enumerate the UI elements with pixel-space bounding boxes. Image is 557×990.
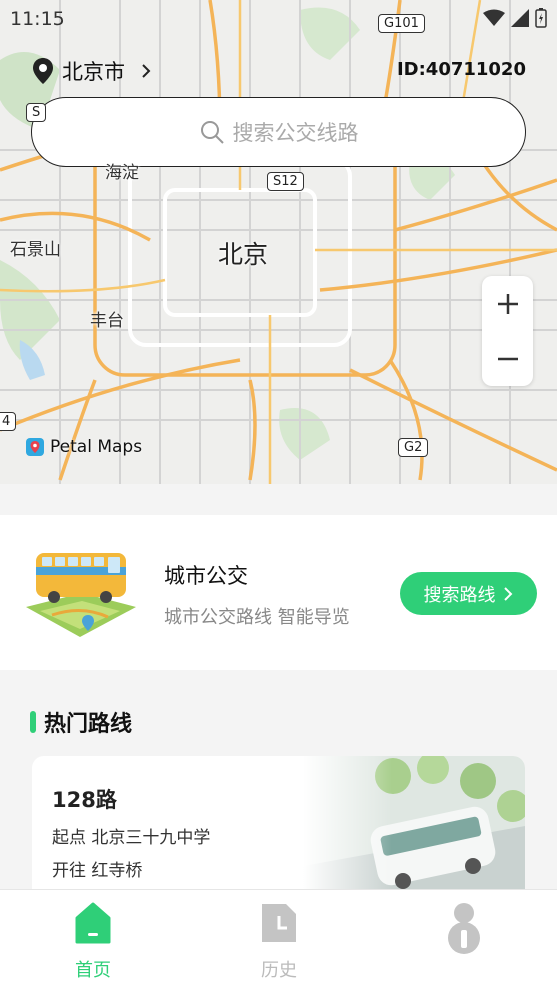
road-badge-s: S <box>26 103 47 122</box>
hot-routes-title: 热门路线 <box>44 712 133 737</box>
home-icon <box>75 902 111 944</box>
petal-maps-logo-icon <box>26 438 44 456</box>
road-badge-g101: G101 <box>378 14 425 33</box>
signal-icon <box>511 9 529 27</box>
search-route-button[interactable]: 搜索路线 <box>400 572 537 615</box>
map-label-fengtai: 丰台 <box>90 311 124 331</box>
wifi-icon <box>483 9 505 26</box>
road-badge-s12: S12 <box>267 172 304 191</box>
map-label-haidian: 海淀 <box>105 163 139 183</box>
search-placeholder: 搜索公交线路 <box>232 121 359 145</box>
nav-history-label: 历史 <box>261 960 297 981</box>
map-label-beijing: 北京 <box>218 240 269 269</box>
route-destination: 开往 红寺桥 <box>52 861 143 881</box>
nav-history[interactable]: 历史 <box>219 890 339 990</box>
city-name: 北京市 <box>62 60 125 84</box>
hot-routes-section: 热门路线 128路 起点 北京三十九中学 开往 红寺桥 <box>0 670 557 906</box>
route-name: 128路 <box>52 788 117 812</box>
road-badge-4: 4 <box>0 412 17 431</box>
route-origin: 起点 北京三十九中学 <box>52 828 211 848</box>
nav-home[interactable]: 首页 <box>33 890 153 990</box>
search-bar[interactable]: 搜索公交线路 <box>31 97 526 167</box>
minus-icon <box>497 357 518 360</box>
nav-home-label: 首页 <box>75 960 111 981</box>
map-view[interactable]: 11:15 北京市 ID:40711020 搜索公交线路 海淀 北京 石景山 丰… <box>0 0 557 484</box>
search-route-label: 搜索路线 <box>423 584 496 606</box>
map-attribution-text: Petal Maps <box>50 437 143 457</box>
map-label-shijingshan: 石景山 <box>10 240 61 260</box>
route-card[interactable]: 128路 起点 北京三十九中学 开往 红寺桥 <box>32 756 525 906</box>
map-attribution: Petal Maps <box>26 437 142 457</box>
city-bus-card: 城市公交 城市公交路线 智能导览 搜索路线 <box>0 515 557 670</box>
user-id: ID:40711020 <box>396 59 526 80</box>
zoom-out-button[interactable] <box>482 331 533 386</box>
chevron-right-icon <box>142 64 151 78</box>
status-time: 11:15 <box>10 8 65 30</box>
bus-map-illustration <box>26 553 136 637</box>
battery-icon <box>535 8 547 28</box>
city-selector[interactable]: 北京市 <box>32 56 153 86</box>
user-icon <box>448 903 480 954</box>
plus-icon <box>497 293 518 314</box>
nav-profile[interactable] <box>404 890 524 990</box>
bus-photo-image <box>303 756 525 906</box>
status-icons <box>483 8 547 28</box>
status-bar: 11:15 <box>0 0 557 38</box>
bottom-nav: 首页 历史 <box>0 889 557 990</box>
road-badge-g2: G2 <box>398 438 429 457</box>
location-pin-icon <box>33 58 53 84</box>
history-document-icon <box>262 904 296 942</box>
chevron-right-icon <box>503 586 512 601</box>
section-accent-bar <box>30 711 36 733</box>
promo-title: 城市公交 <box>164 564 248 588</box>
promo-subtitle: 城市公交路线 智能导览 <box>164 607 350 628</box>
zoom-in-button[interactable] <box>482 276 533 331</box>
hot-routes-header: 热门路线 <box>30 706 132 738</box>
search-icon <box>200 121 224 144</box>
zoom-control <box>482 276 533 386</box>
